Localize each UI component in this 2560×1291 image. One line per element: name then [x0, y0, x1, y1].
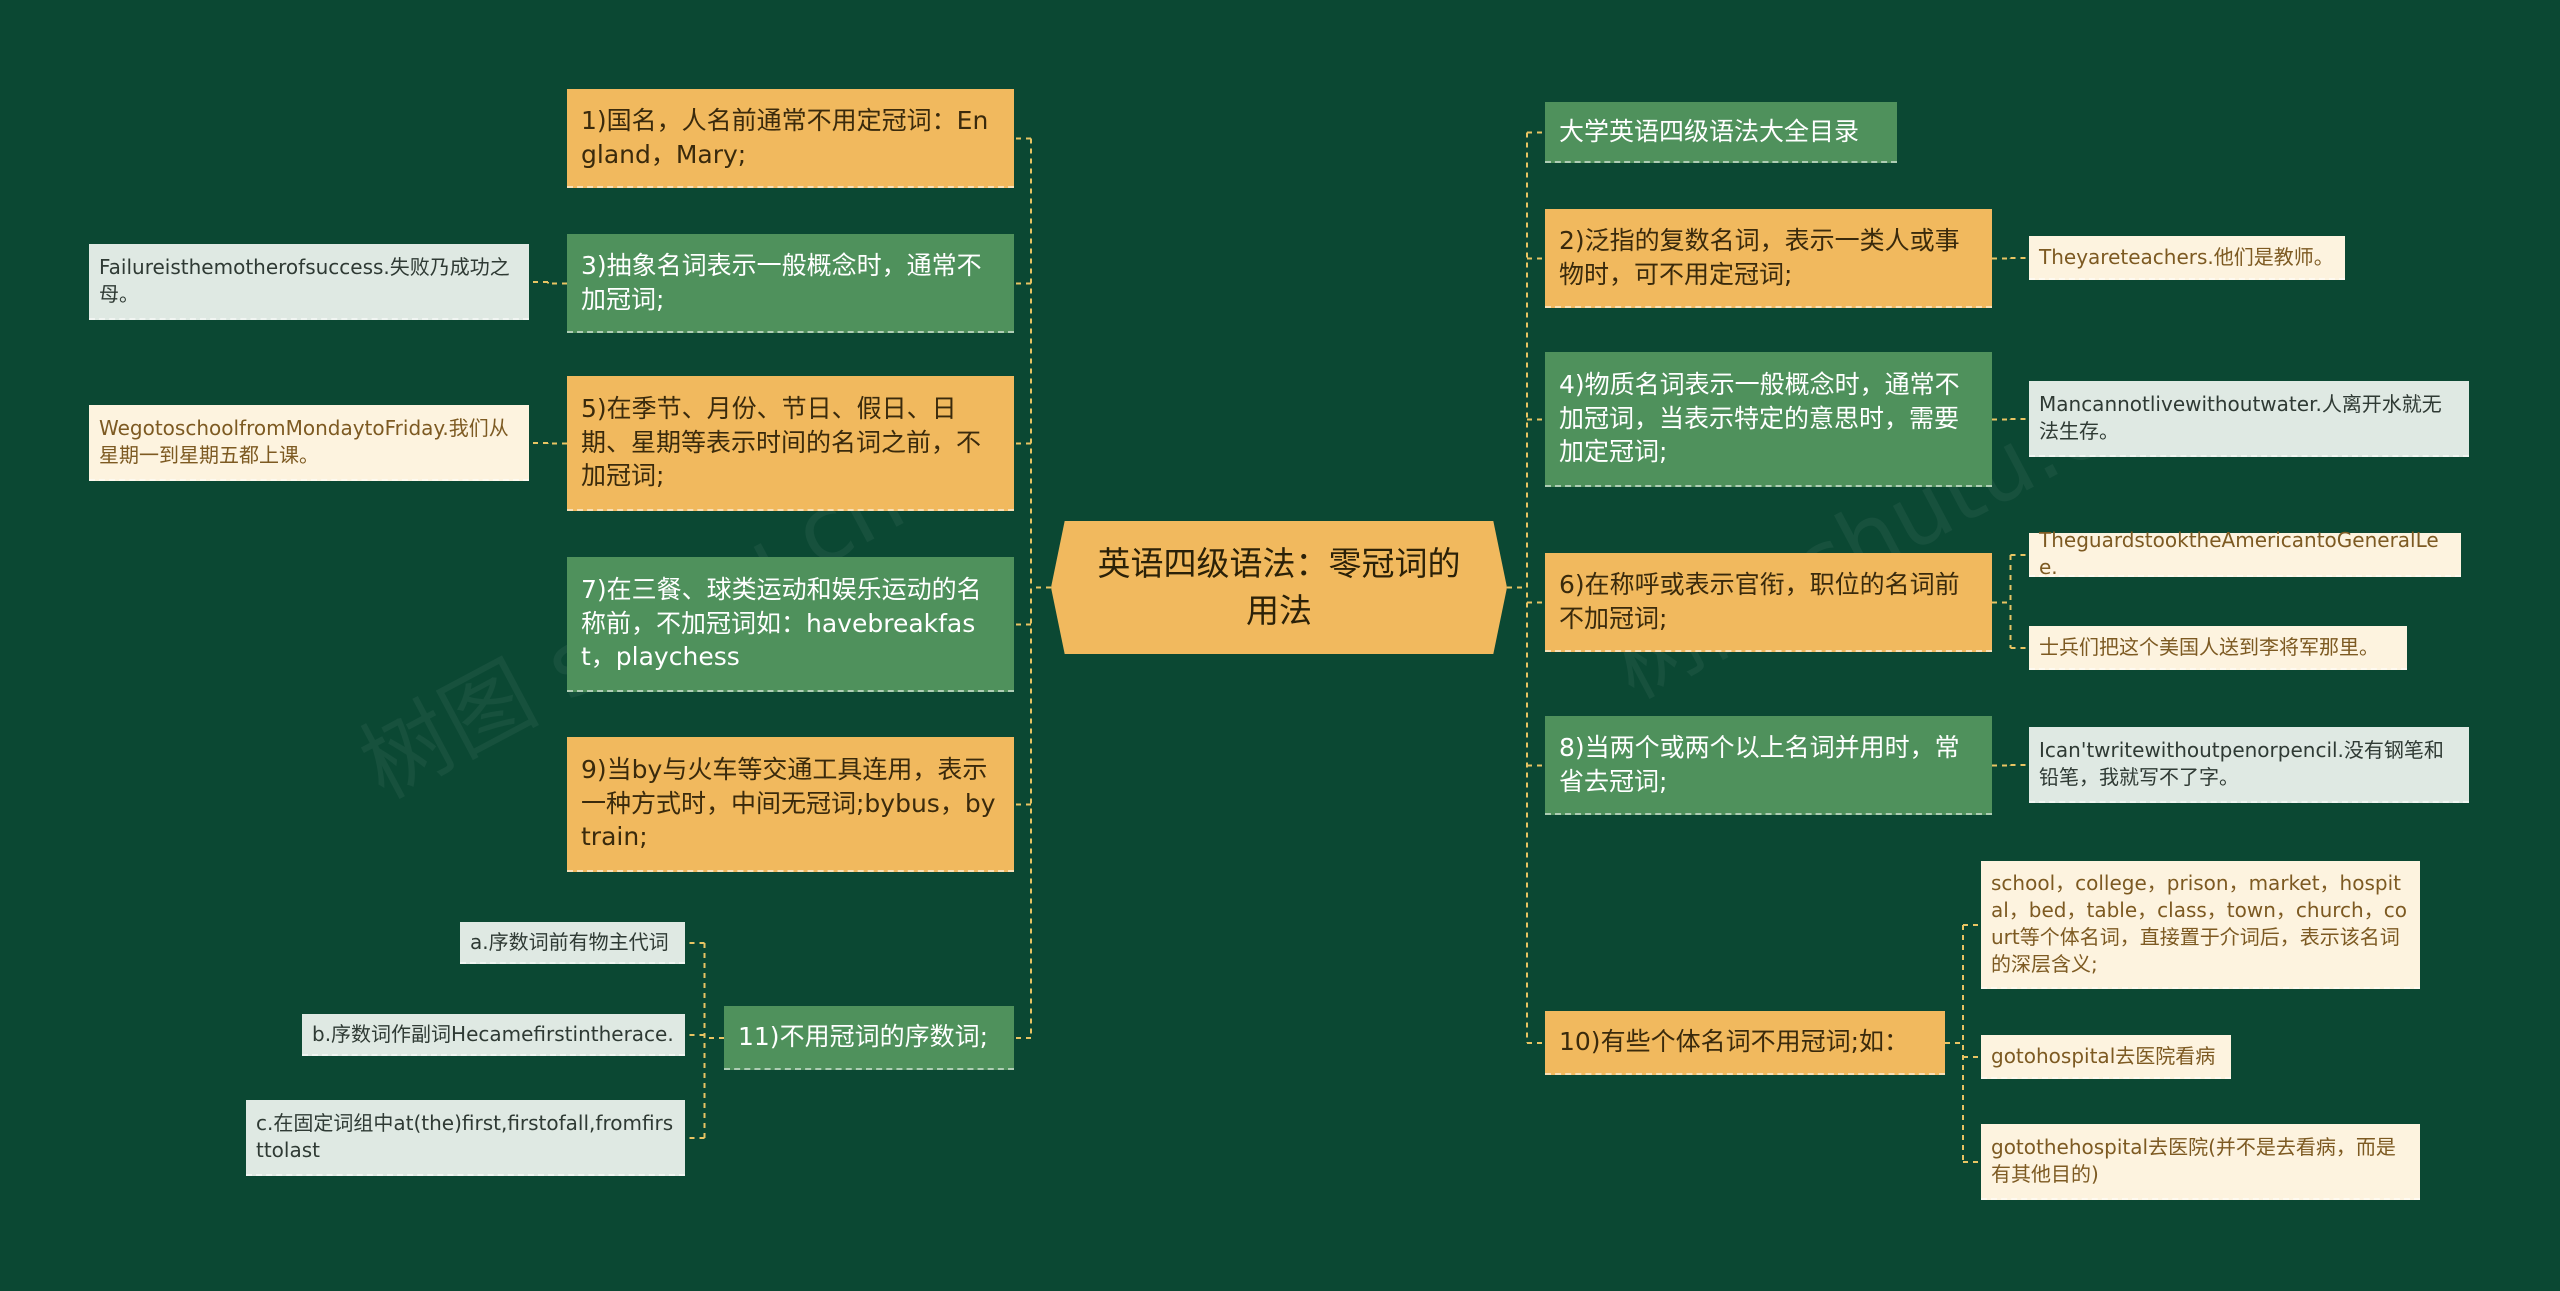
mindmap-canvas: 树图 shutu.cn 树图 shutu.cn 英语四级语法：零冠词的用法 1)… — [0, 0, 2560, 1291]
example-monday-friday[interactable]: WegotoschoolfromMondaytoFriday.我们从星期一到星期… — [89, 405, 529, 481]
branch-label: 3)抽象名词表示一般概念时，通常不加冠词; — [581, 250, 982, 314]
example-label: WegotoschoolfromMondaytoFriday.我们从星期一到星期… — [99, 416, 509, 467]
ordinal-rule-label: b.序数词作副词Hecamefirstintherace. — [312, 1021, 674, 1046]
branch-label: 8)当两个或两个以上名词并用时，常省去冠词; — [1559, 732, 1960, 796]
example-failure-success[interactable]: Failureisthemotherofsuccess.失败乃成功之母。 — [89, 244, 529, 320]
example-pen-pencil[interactable]: Ican'twritewithoutpenorpencil.没有钢笔和铅笔，我就… — [2029, 727, 2469, 803]
ordinal-rule-label: a.序数词前有物主代词 — [470, 929, 669, 954]
branch-label: 5)在季节、月份、节日、假日、日期、星期等表示时间的名词之前，不加冠词; — [581, 393, 982, 491]
example-go-to-the-hospital[interactable]: gotothehospital去医院(并不是去看病，而是有其他目的) — [1981, 1124, 2420, 1200]
branch-label: 大学英语四级语法大全目录 — [1559, 116, 1860, 146]
example-general-lee[interactable]: TheguardstooktheAmericantoGeneralLee. — [2029, 528, 2461, 579]
ordinal-rule-a[interactable]: a.序数词前有物主代词 — [460, 922, 685, 964]
branch-4-material-nouns[interactable]: 4)物质名词表示一般概念时，通常不加冠词，当表示特定的意思时，需要加定冠词; — [1545, 352, 1992, 487]
branch-10-individual-nouns[interactable]: 10)有些个体名词不用冠词;如： — [1545, 1011, 1945, 1075]
branch-6-titles-ranks[interactable]: 6)在称呼或表示官衔，职位的名词前不加冠词; — [1545, 553, 1992, 652]
branch-label: 4)物质名词表示一般概念时，通常不加冠词，当表示特定的意思时，需要加定冠词; — [1559, 369, 1960, 467]
branch-label: 9)当by与火车等交通工具连用，表示一种方式时，中间无冠词;bybus，bytr… — [581, 754, 996, 852]
ordinal-rule-c[interactable]: c.在固定词组中at(the)first,firstofall,fromfirs… — [246, 1100, 685, 1176]
branch-catalog-link[interactable]: 大学英语四级语法大全目录 — [1545, 102, 1897, 163]
example-go-to-hospital[interactable]: gotohospital去医院看病 — [1981, 1035, 2231, 1079]
branch-1-proper-nouns[interactable]: 1)国名，人名前通常不用定冠词：England，Mary; — [567, 89, 1014, 188]
example-label: 士兵们把这个美国人送到李将军那里。 — [2039, 634, 2379, 659]
branch-3-abstract-nouns[interactable]: 3)抽象名词表示一般概念时，通常不加冠词; — [567, 234, 1014, 333]
example-label: Mancannotlivewithoutwater.人离开水就无法生存。 — [2039, 392, 2442, 443]
example-label: Failureisthemotherofsuccess.失败乃成功之母。 — [99, 255, 510, 306]
example-general-lee-translation[interactable]: 士兵们把这个美国人送到李将军那里。 — [2029, 626, 2407, 670]
example-they-are-teachers[interactable]: Theyareteachers.他们是教师。 — [2029, 236, 2345, 280]
branch-label: 11)不用冠词的序数词; — [738, 1022, 988, 1052]
branch-5-time-nouns[interactable]: 5)在季节、月份、节日、假日、日期、星期等表示时间的名词之前，不加冠词; — [567, 376, 1014, 511]
branch-2-plural-nouns[interactable]: 2)泛指的复数名词，表示一类人或事物时，可不用定冠词; — [1545, 209, 1992, 308]
branch-label: 7)在三餐、球类运动和娱乐运动的名称前，不加冠词如：havebreakfast，… — [581, 574, 982, 672]
example-water[interactable]: Mancannotlivewithoutwater.人离开水就无法生存。 — [2029, 381, 2469, 457]
branch-11-ordinals[interactable]: 11)不用冠词的序数词; — [724, 1006, 1014, 1070]
ordinal-rule-label: c.在固定词组中at(the)first,firstofall,fromfirs… — [256, 1111, 674, 1162]
ordinal-rule-b[interactable]: b.序数词作副词Hecamefirstintherace. — [302, 1014, 685, 1056]
example-label: Theyareteachers.他们是教师。 — [2039, 244, 2334, 269]
example-label: Ican'twritewithoutpenorpencil.没有钢笔和铅笔，我就… — [2039, 738, 2444, 789]
example-label: gotohospital去医院看病 — [1991, 1043, 2216, 1068]
branch-label: 1)国名，人名前通常不用定冠词：England，Mary; — [581, 105, 989, 169]
example-individual-noun-list[interactable]: school，college，prison，market，hospital，be… — [1981, 861, 2420, 989]
example-label: school，college，prison，market，hospital，be… — [1991, 871, 2407, 976]
example-label: TheguardstooktheAmericantoGeneralLee. — [2039, 528, 2439, 579]
root-topic[interactable]: 英语四级语法：零冠词的用法 — [1051, 521, 1507, 654]
branch-label: 6)在称呼或表示官衔，职位的名词前不加冠词; — [1559, 569, 1960, 633]
branch-7-meals-sports[interactable]: 7)在三餐、球类运动和娱乐运动的名称前，不加冠词如：havebreakfast，… — [567, 557, 1014, 692]
branch-9-transport[interactable]: 9)当by与火车等交通工具连用，表示一种方式时，中间无冠词;bybus，bytr… — [567, 737, 1014, 872]
branch-8-paired-nouns[interactable]: 8)当两个或两个以上名词并用时，常省去冠词; — [1545, 716, 1992, 815]
example-label: gotothehospital去医院(并不是去看病，而是有其他目的) — [1991, 1135, 2396, 1186]
branch-label: 10)有些个体名词不用冠词;如： — [1559, 1027, 1909, 1057]
branch-label: 2)泛指的复数名词，表示一类人或事物时，可不用定冠词; — [1559, 225, 1960, 289]
root-topic-label: 英语四级语法：零冠词的用法 — [1097, 544, 1461, 630]
